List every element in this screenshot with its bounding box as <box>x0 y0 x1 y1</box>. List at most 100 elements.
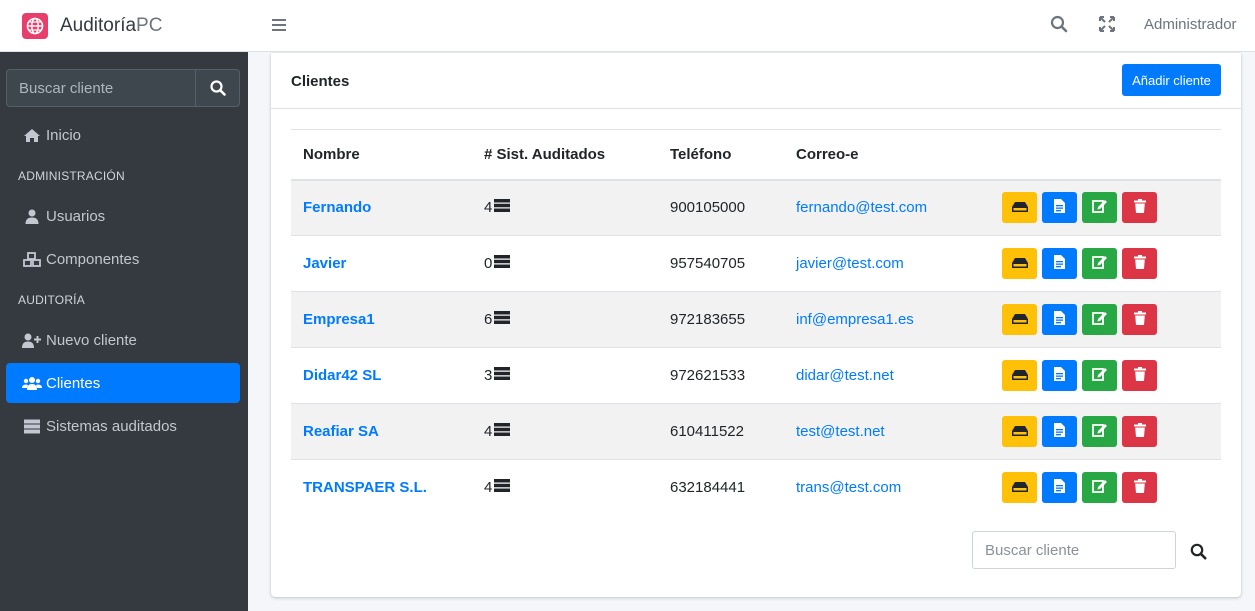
delete-client-button[interactable] <box>1122 360 1157 391</box>
search-icon[interactable] <box>1050 15 1068 38</box>
edit-client-button[interactable] <box>1082 416 1117 447</box>
table-row: TRANSPAER S.L. 4 632184441 trans@test.com <box>291 459 1221 516</box>
audited-systems-count: 4 <box>472 404 658 460</box>
client-name-link[interactable]: Javier <box>291 236 472 292</box>
edit-client-button[interactable] <box>1082 248 1117 279</box>
audited-systems-button[interactable] <box>1002 472 1037 504</box>
edit-client-button[interactable] <box>1082 192 1117 224</box>
delete-client-button[interactable] <box>1122 472 1157 504</box>
view-report-button[interactable] <box>1042 416 1077 447</box>
menu-toggle-icon[interactable] <box>271 17 287 38</box>
sidebar-search-button[interactable] <box>195 69 240 107</box>
table-row: Didar42 SL 3 972621533 didar@test.net <box>291 347 1221 404</box>
search-icon <box>209 80 226 96</box>
client-search-button[interactable] <box>1183 539 1213 563</box>
server-icon <box>22 419 42 434</box>
client-name-link[interactable]: Reafiar SA <box>291 404 472 460</box>
audited-systems-button[interactable] <box>1002 192 1037 224</box>
brand[interactable]: AuditoríaPC <box>0 0 248 52</box>
file-icon <box>1054 311 1065 328</box>
trash-icon <box>1133 311 1146 328</box>
row-actions <box>990 180 1221 236</box>
fullscreen-icon[interactable] <box>1098 15 1116 38</box>
view-report-button[interactable] <box>1042 360 1077 391</box>
count-value: 6 <box>484 311 493 328</box>
edit-client-button[interactable] <box>1082 360 1117 391</box>
hdd-icon <box>1011 424 1028 439</box>
column-header-correo: Correo-e <box>796 145 859 163</box>
hdd-icon <box>1011 200 1028 215</box>
view-report-button[interactable] <box>1042 304 1077 335</box>
edit-icon <box>1092 255 1107 272</box>
sidebar-item-label: Inicio <box>46 126 82 144</box>
server-icon <box>494 255 511 272</box>
edit-icon <box>1092 199 1107 216</box>
user-menu[interactable]: Administrador <box>1144 16 1237 33</box>
server-icon <box>494 423 511 440</box>
column-header-sistemas: # Sist. Auditados <box>484 145 606 163</box>
view-report-button[interactable] <box>1042 472 1077 504</box>
user-plus-icon <box>22 333 42 348</box>
client-name-link[interactable]: TRANSPAER S.L. <box>291 460 472 516</box>
client-name-link[interactable]: Empresa1 <box>291 292 472 348</box>
sidebar-item-label: Nuevo cliente <box>46 331 137 349</box>
sidebar-item-usuarios[interactable]: Usuarios <box>6 196 240 236</box>
client-email-link[interactable]: inf@empresa1.es <box>784 292 990 348</box>
client-email-link[interactable]: didar@test.net <box>784 348 990 404</box>
client-email-link[interactable]: fernando@test.com <box>784 180 990 236</box>
file-icon <box>1054 255 1065 272</box>
edit-client-button[interactable] <box>1082 304 1117 335</box>
edit-client-button[interactable] <box>1082 472 1117 504</box>
sidebar-item-label: Clientes <box>46 374 101 392</box>
client-name-link[interactable]: Didar42 SL <box>291 348 472 404</box>
search-icon <box>1190 543 1206 559</box>
delete-client-button[interactable] <box>1122 248 1157 279</box>
users-icon <box>22 376 42 390</box>
audited-systems-count: 4 <box>472 180 658 236</box>
home-icon <box>22 128 42 143</box>
sidebar-item-inicio[interactable]: Inicio <box>6 115 240 155</box>
count-value: 4 <box>484 199 493 217</box>
table-row: Reafiar SA 4 610411522 test@test.net <box>291 403 1221 460</box>
table-row: Fernando 4 900105000 fernando@test.com <box>291 179 1221 236</box>
sidebar-item-sistemas-auditados[interactable]: Sistemas auditados <box>6 406 240 446</box>
hdd-icon <box>1011 312 1028 327</box>
trash-icon <box>1133 423 1146 440</box>
client-name-link[interactable]: Fernando <box>291 180 472 236</box>
client-phone: 972183655 <box>670 311 746 328</box>
sidebar-search-input[interactable] <box>6 69 195 107</box>
sidebar-search <box>6 69 240 107</box>
delete-client-button[interactable] <box>1122 416 1157 447</box>
count-value: 3 <box>484 367 493 384</box>
delete-client-button[interactable] <box>1122 304 1157 335</box>
view-report-button[interactable] <box>1042 192 1077 224</box>
audited-systems-button[interactable] <box>1002 360 1037 391</box>
globe-logo-icon <box>22 12 48 39</box>
brand-name-suffix: PC <box>136 14 163 36</box>
edit-icon <box>1092 423 1107 440</box>
audited-systems-button[interactable] <box>1002 416 1037 447</box>
brand-name-main: Auditoría <box>60 14 137 36</box>
client-phone: 957540705 <box>670 255 746 272</box>
audited-systems-button[interactable] <box>1002 248 1037 279</box>
client-search-input[interactable] <box>972 531 1176 569</box>
sidebar-item-clientes[interactable]: Clientes <box>6 363 240 403</box>
client-email-link[interactable]: javier@test.com <box>784 236 990 292</box>
sidebar-item-componentes[interactable]: Componentes <box>6 239 240 279</box>
column-header-telefono: Teléfono <box>670 145 732 163</box>
server-icon <box>494 367 511 384</box>
server-icon <box>494 311 511 328</box>
row-actions <box>990 348 1221 404</box>
delete-client-button[interactable] <box>1122 192 1157 224</box>
audited-systems-button[interactable] <box>1002 304 1037 335</box>
hdd-icon <box>1011 256 1028 271</box>
sidebar-item-nuevo-cliente[interactable]: Nuevo cliente <box>6 320 240 360</box>
trash-icon <box>1133 255 1146 272</box>
client-email-link[interactable]: trans@test.com <box>784 460 990 516</box>
trash-icon <box>1133 479 1146 496</box>
column-header-actions <box>990 130 1221 180</box>
view-report-button[interactable] <box>1042 248 1077 279</box>
add-client-button[interactable]: Añadir cliente <box>1122 64 1221 96</box>
hdd-icon <box>1011 368 1028 383</box>
client-email-link[interactable]: test@test.net <box>784 404 990 460</box>
